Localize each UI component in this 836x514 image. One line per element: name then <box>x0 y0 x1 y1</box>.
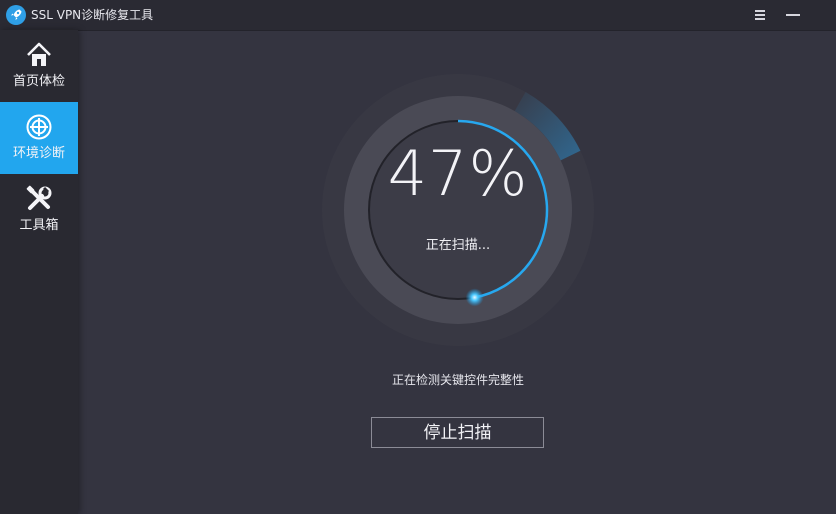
home-icon <box>24 40 54 70</box>
scan-status: 正在扫描... <box>425 238 491 253</box>
rocket-icon <box>6 5 26 25</box>
sidebar-item-toolbox[interactable]: 工具箱 <box>0 174 78 246</box>
title-bar: SSL VPN诊断修复工具 <box>0 0 836 31</box>
sidebar-item-label: 工具箱 <box>19 218 59 233</box>
app-title: SSL VPN诊断修复工具 <box>31 8 154 22</box>
tools-icon <box>24 184 54 214</box>
progress-percent: 47% <box>387 137 529 210</box>
sidebar-item-home-check[interactable]: 首页体检 <box>0 30 78 102</box>
crosshair-icon <box>24 112 54 142</box>
stop-scan-button[interactable]: 停止扫描 <box>371 417 544 448</box>
sidebar: 首页体检 环境诊断 工具箱 <box>0 30 78 514</box>
scan-detail: 正在检测关键控件完整性 <box>391 373 524 387</box>
sidebar-item-label: 首页体检 <box>12 74 65 89</box>
minimize-icon[interactable] <box>783 5 803 25</box>
main-panel: 47% 正在扫描... 正在检测关键控件完整性 停止扫描 <box>78 30 836 514</box>
app-window: SSL VPN诊断修复工具 首页体检 环境诊断 工具箱 47% 正在扫描... … <box>0 0 836 514</box>
sidebar-item-label: 环境诊断 <box>12 146 65 161</box>
progress-dot <box>465 288 484 307</box>
menu-icon[interactable] <box>750 5 770 25</box>
sidebar-item-environment-diagnosis[interactable]: 环境诊断 <box>0 102 78 174</box>
